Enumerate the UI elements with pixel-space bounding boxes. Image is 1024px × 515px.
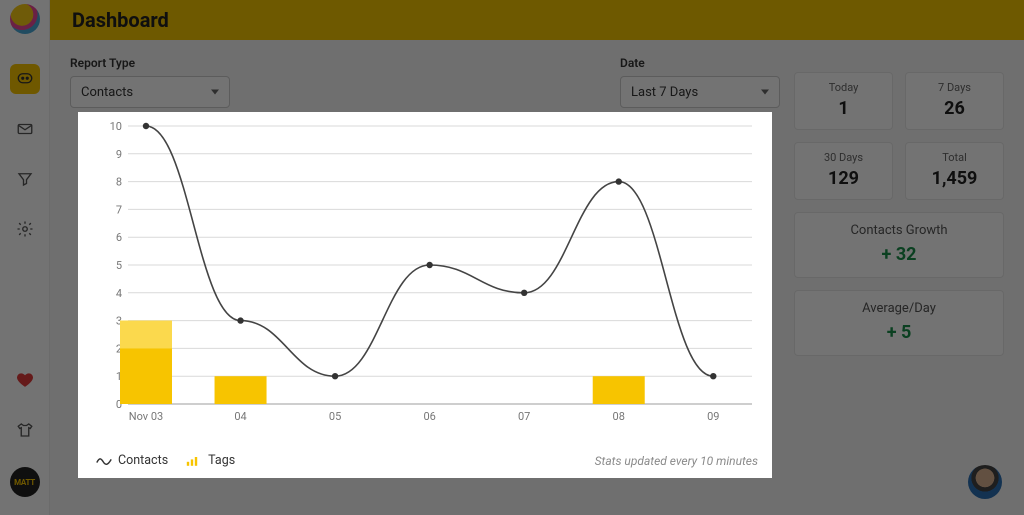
- chart-panel: 012345678910Nov 03040506070809 Contacts …: [78, 112, 772, 478]
- chevron-down-icon: [761, 90, 769, 95]
- date-control: Date Last 7 Days: [620, 56, 780, 108]
- svg-text:05: 05: [329, 410, 341, 423]
- stat-growth: Contacts Growth + 32: [794, 212, 1004, 278]
- svg-text:07: 07: [518, 410, 530, 423]
- svg-text:Nov 03: Nov 03: [129, 410, 163, 423]
- app-logo: [10, 4, 40, 34]
- svg-text:06: 06: [423, 410, 435, 423]
- date-value: Last 7 Days: [631, 85, 698, 100]
- stats-column: Today 1 7 Days 26 30 Days 129 Total 1,45…: [794, 72, 1004, 356]
- stat-today-value: 1: [799, 98, 888, 119]
- dashboard-icon[interactable]: [10, 64, 40, 94]
- svg-text:5: 5: [116, 259, 122, 272]
- svg-text:7: 7: [116, 203, 122, 216]
- page-header: Dashboard: [50, 0, 1024, 40]
- legend-tags-label: Tags: [208, 453, 235, 468]
- stat-total-value: 1,459: [910, 168, 999, 189]
- stat-7days-value: 26: [910, 98, 999, 119]
- chart-legend: Contacts Tags: [96, 453, 235, 468]
- stat-avg-value: + 5: [799, 322, 999, 343]
- stat-avg: Average/Day + 5: [794, 290, 1004, 356]
- gear-icon[interactable]: [10, 214, 40, 244]
- legend-tags: Tags: [186, 453, 235, 468]
- svg-text:9: 9: [116, 148, 122, 161]
- svg-text:04: 04: [234, 410, 246, 423]
- report-type-value: Contacts: [81, 85, 133, 100]
- tshirt-icon[interactable]: [10, 415, 40, 445]
- stat-today: Today 1: [794, 72, 893, 130]
- stat-7days: 7 Days 26: [905, 72, 1004, 130]
- funnel-icon[interactable]: [10, 164, 40, 194]
- legend-contacts-label: Contacts: [118, 453, 168, 468]
- svg-text:8: 8: [116, 176, 122, 189]
- chevron-down-icon: [211, 90, 219, 95]
- stat-total: Total 1,459: [905, 142, 1004, 200]
- stat-30days-value: 129: [799, 168, 888, 189]
- user-avatar[interactable]: [968, 465, 1002, 499]
- chart-svg: 012345678910Nov 03040506070809: [104, 120, 758, 426]
- page-title: Dashboard: [72, 8, 169, 32]
- report-type-control: Report Type Contacts: [70, 56, 230, 108]
- svg-text:4: 4: [116, 287, 122, 300]
- stat-30days-label: 30 Days: [799, 151, 888, 164]
- stat-today-label: Today: [799, 81, 888, 94]
- stat-total-label: Total: [910, 151, 999, 164]
- report-type-select[interactable]: Contacts: [70, 76, 230, 108]
- heart-icon[interactable]: [10, 365, 40, 395]
- mail-icon[interactable]: [10, 114, 40, 144]
- svg-text:08: 08: [613, 410, 625, 423]
- report-type-label: Report Type: [70, 56, 230, 70]
- stat-30days: 30 Days 129: [794, 142, 893, 200]
- svg-text:10: 10: [110, 120, 122, 133]
- brand-badge[interactable]: MATT: [10, 467, 40, 497]
- chart-footer-note: Stats updated every 10 minutes: [595, 454, 758, 468]
- stat-7days-label: 7 Days: [910, 81, 999, 94]
- svg-text:09: 09: [707, 410, 719, 423]
- stat-avg-label: Average/Day: [799, 301, 999, 316]
- legend-contacts: Contacts: [96, 453, 168, 468]
- svg-text:6: 6: [116, 231, 122, 244]
- stat-growth-value: + 32: [799, 244, 999, 265]
- date-select[interactable]: Last 7 Days: [620, 76, 780, 108]
- sidebar-rail: MATT: [0, 0, 50, 515]
- date-label: Date: [620, 56, 780, 70]
- stat-growth-label: Contacts Growth: [799, 223, 999, 238]
